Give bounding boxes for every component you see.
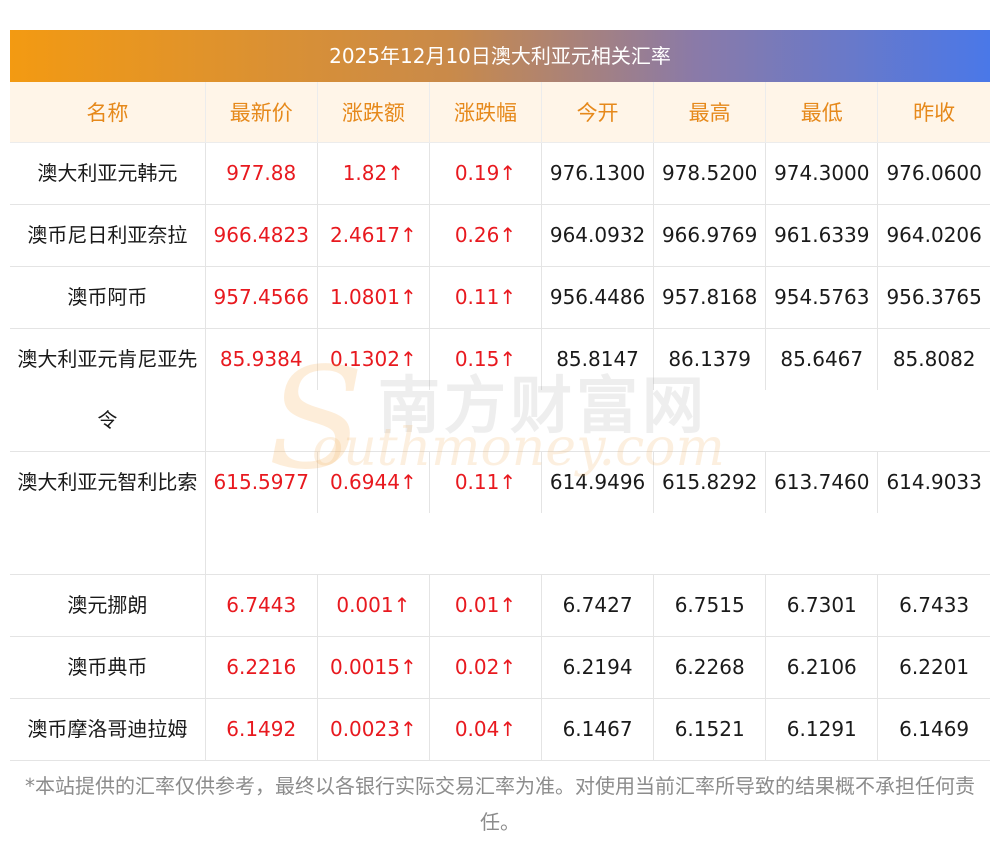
change-percent: 0.15↑ bbox=[429, 328, 543, 390]
currency-name: 澳元挪朗 bbox=[10, 574, 206, 637]
change-percent: 0.11↑ bbox=[429, 451, 543, 513]
change-percent: 0.11↑ bbox=[429, 266, 543, 329]
change-percent: 0.02↑ bbox=[429, 636, 543, 699]
last-price: 85.9384 bbox=[205, 328, 318, 390]
low-price: 974.3000 bbox=[765, 142, 879, 205]
open-price: 976.1300 bbox=[541, 142, 655, 205]
open-price: 6.1467 bbox=[541, 698, 655, 761]
currency-name: 澳大利亚元智利比索 bbox=[10, 451, 206, 575]
disclaimer: *本站提供的汇率仅供参考，最终以各银行实际交易汇率为准。对使用当前汇率所导致的结… bbox=[25, 774, 975, 834]
change-percent: 0.01↑ bbox=[429, 574, 543, 637]
change-amount: 0.1302↑ bbox=[317, 328, 430, 390]
prev-close: 6.1469 bbox=[877, 698, 990, 761]
high-price: 6.7515 bbox=[653, 574, 767, 637]
col-header-open: 今开 bbox=[541, 82, 655, 143]
open-price: 6.7427 bbox=[541, 574, 655, 637]
currency-name: 澳币阿币 bbox=[10, 266, 206, 329]
last-price: 966.4823 bbox=[205, 204, 318, 267]
col-header-low: 最低 bbox=[765, 82, 879, 143]
open-price: 956.4486 bbox=[541, 266, 655, 329]
change-percent: 0.04↑ bbox=[429, 698, 543, 761]
high-price: 615.8292 bbox=[653, 451, 767, 513]
high-price: 86.1379 bbox=[653, 328, 767, 390]
table-row: 澳币阿币 957.4566 1.0801↑ 0.11↑ 956.4486 957… bbox=[10, 266, 990, 329]
prev-close: 976.0600 bbox=[877, 142, 990, 205]
currency-name: 澳大利亚元肯尼亚先令 bbox=[10, 328, 206, 452]
prev-close: 614.9033 bbox=[886, 470, 982, 494]
prev-close: 956.3765 bbox=[877, 266, 990, 329]
col-header-prev: 昨收 bbox=[877, 82, 990, 143]
high-price: 957.8168 bbox=[653, 266, 767, 329]
prev-close: 6.2201 bbox=[877, 636, 990, 699]
col-header-high: 最高 bbox=[653, 82, 767, 143]
prev-close: 85.8082 bbox=[892, 347, 976, 371]
high-price: 966.9769 bbox=[653, 204, 767, 267]
col-header-name: 名称 bbox=[10, 82, 206, 143]
table-row: 澳大利亚元智利比索 615.5977 0.6944↑ 0.11↑ 614.949… bbox=[10, 451, 990, 575]
last-price: 615.5977 bbox=[205, 451, 318, 513]
empty-cell bbox=[205, 390, 990, 452]
table-row: 澳币摩洛哥迪拉姆 6.1492 0.0023↑ 0.04↑ 6.1467 6.1… bbox=[10, 698, 990, 761]
currency-name: 澳币摩洛哥迪拉姆 bbox=[10, 698, 206, 761]
table-row: 澳币典币 6.2216 0.0015↑ 0.02↑ 6.2194 6.2268 … bbox=[10, 636, 990, 699]
low-price: 961.6339 bbox=[765, 204, 879, 267]
open-price: 6.2194 bbox=[541, 636, 655, 699]
rates-card: 2025年12月10日澳大利亚元相关汇率 名称 最新价 涨跌额 涨跌幅 今开 最… bbox=[10, 30, 990, 761]
last-price: 6.7443 bbox=[205, 574, 318, 637]
col-header-last: 最新价 bbox=[205, 82, 318, 143]
low-price: 85.6467 bbox=[765, 328, 879, 390]
table-row: 澳元挪朗 6.7443 0.001↑ 0.01↑ 6.7427 6.7515 6… bbox=[10, 574, 990, 637]
empty-cell bbox=[205, 513, 990, 575]
last-price: 977.88 bbox=[205, 142, 318, 205]
currency-name: 澳币尼日利亚奈拉 bbox=[10, 204, 206, 267]
last-price: 6.2216 bbox=[205, 636, 318, 699]
table-row: 澳币尼日利亚奈拉 966.4823 2.4617↑ 0.26↑ 964.0932… bbox=[10, 204, 990, 267]
page: { "title": "2025年12月10日澳大利亚元相关汇率", "head… bbox=[0, 0, 1000, 853]
low-price: 6.7301 bbox=[765, 574, 879, 637]
prev-close: 964.0206 bbox=[877, 204, 990, 267]
change-percent: 0.26↑ bbox=[429, 204, 543, 267]
change-amount: 2.4617↑ bbox=[317, 204, 430, 267]
header-row: 名称 最新价 涨跌额 涨跌幅 今开 最高 最低 昨收 bbox=[10, 82, 990, 143]
last-price: 957.4566 bbox=[205, 266, 318, 329]
high-price: 6.1521 bbox=[653, 698, 767, 761]
last-price: 6.1492 bbox=[205, 698, 318, 761]
high-price: 6.2268 bbox=[653, 636, 767, 699]
change-amount: 0.6944↑ bbox=[317, 451, 430, 513]
low-price: 6.1291 bbox=[765, 698, 879, 761]
high-price: 978.5200 bbox=[653, 142, 767, 205]
change-percent: 0.19↑ bbox=[429, 142, 543, 205]
change-amount: 1.82↑ bbox=[317, 142, 430, 205]
change-amount: 0.0015↑ bbox=[317, 636, 430, 699]
open-price: 85.8147 bbox=[541, 328, 655, 390]
table-row: 澳大利亚元韩元 977.88 1.82↑ 0.19↑ 976.1300 978.… bbox=[10, 142, 990, 205]
col-header-change: 涨跌额 bbox=[317, 82, 430, 143]
change-amount: 1.0801↑ bbox=[317, 266, 430, 329]
table-row: 澳大利亚元肯尼亚先令 85.9384 0.1302↑ 0.15↑ 85.8147… bbox=[10, 328, 990, 452]
open-price: 964.0932 bbox=[541, 204, 655, 267]
open-price: 614.9496 bbox=[541, 451, 655, 513]
rates-table: 名称 最新价 涨跌额 涨跌幅 今开 最高 最低 昨收 澳大利亚元韩元 977.8… bbox=[10, 82, 990, 761]
change-amount: 0.001↑ bbox=[317, 574, 430, 637]
currency-name: 澳币典币 bbox=[10, 636, 206, 699]
prev-close: 6.7433 bbox=[877, 574, 990, 637]
low-price: 613.7460 bbox=[765, 451, 879, 513]
change-amount: 0.0023↑ bbox=[317, 698, 430, 761]
low-price: 6.2106 bbox=[765, 636, 879, 699]
col-header-pct: 涨跌幅 bbox=[429, 82, 543, 143]
low-price: 954.5763 bbox=[765, 266, 879, 329]
table-title: 2025年12月10日澳大利亚元相关汇率 bbox=[10, 30, 990, 82]
currency-name: 澳大利亚元韩元 bbox=[10, 142, 206, 205]
